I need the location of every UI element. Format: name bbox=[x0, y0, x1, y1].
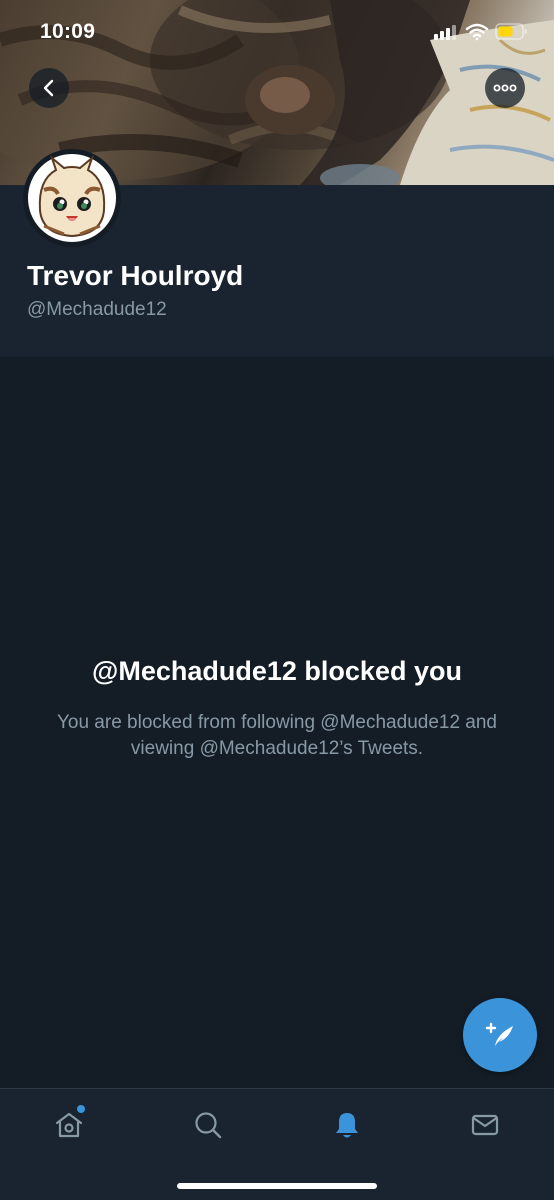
blocked-title: @Mechadude12 blocked you bbox=[92, 656, 462, 686]
search-icon bbox=[195, 1112, 222, 1139]
profile-screen: 10:09 Trevor Houlroyd @Mechadude12 @Mech… bbox=[0, 0, 554, 1200]
home-indicator[interactable] bbox=[177, 1183, 377, 1189]
home-notification-dot bbox=[77, 1105, 85, 1113]
mail-icon bbox=[471, 1114, 499, 1136]
wifi-icon bbox=[465, 23, 489, 41]
tab-notifications[interactable] bbox=[327, 1105, 367, 1145]
compose-tweet-button[interactable] bbox=[463, 998, 537, 1072]
more-options-button[interactable] bbox=[485, 68, 525, 108]
battery-icon bbox=[495, 23, 527, 40]
bell-icon bbox=[336, 1113, 358, 1138]
profile-display-name: Trevor Houlroyd bbox=[27, 260, 244, 291]
compose-tweet-icon bbox=[485, 1022, 513, 1046]
status-icons bbox=[434, 22, 530, 42]
home-icon bbox=[55, 1112, 83, 1138]
status-time: 10:09 bbox=[40, 20, 96, 43]
profile-handle: @Mechadude12 bbox=[27, 299, 167, 320]
profile-avatar[interactable] bbox=[24, 150, 120, 246]
tab-search[interactable] bbox=[188, 1105, 228, 1145]
signal-icon bbox=[434, 25, 456, 40]
more-horizontal-icon bbox=[493, 84, 517, 92]
avatar-image bbox=[24, 150, 120, 246]
back-button[interactable] bbox=[29, 68, 69, 108]
blocked-description: You are blocked from following @Mechadud… bbox=[56, 712, 498, 759]
tab-messages[interactable] bbox=[465, 1105, 505, 1145]
chevron-left-icon bbox=[43, 79, 54, 97]
tab-home[interactable] bbox=[49, 1105, 89, 1145]
